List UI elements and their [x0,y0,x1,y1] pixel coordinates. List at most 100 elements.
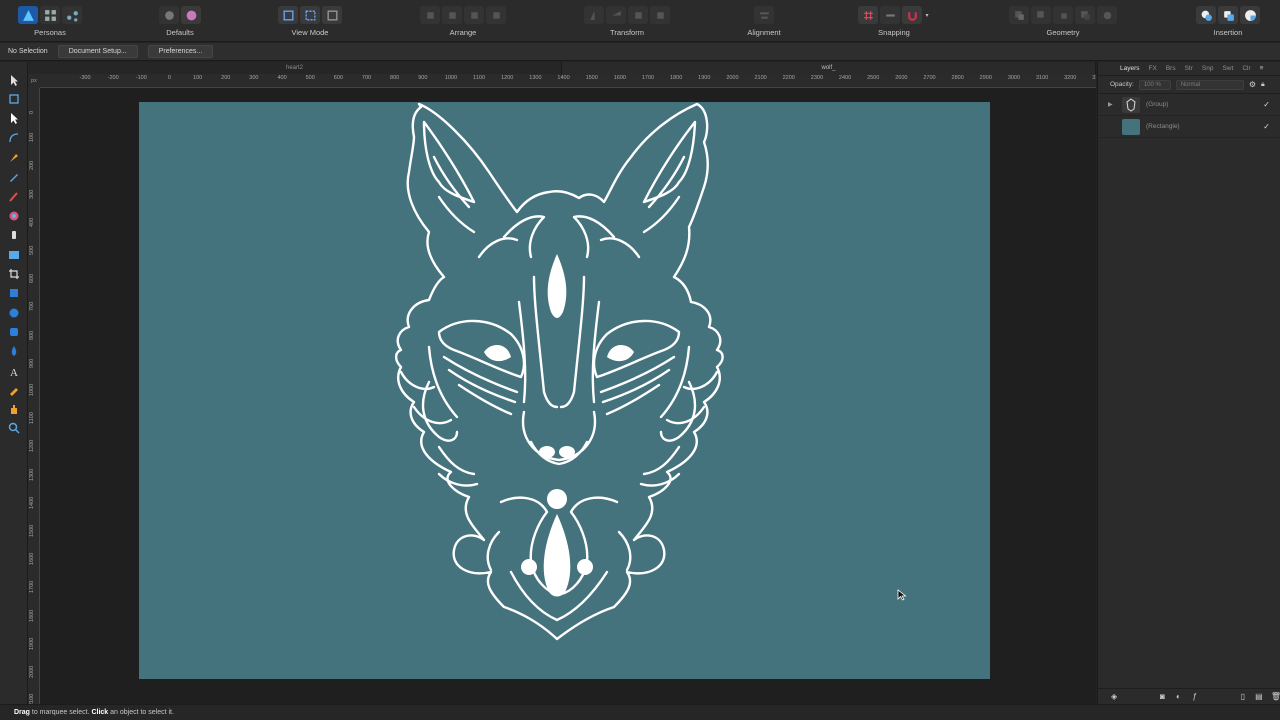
ruler-label: 2000 [726,75,739,81]
visibility-checkbox-group[interactable]: ✓ [1263,100,1270,109]
view-mode-normal-icon[interactable] [278,6,298,24]
ruler-label: 100 [29,133,35,143]
ruler-label: 1200 [29,440,35,453]
rectangle-thumbnail [1122,118,1140,135]
geometry-intersect-icon[interactable] [1053,6,1073,24]
move-to-front-icon[interactable] [486,6,506,24]
tab-layers[interactable]: Layers [1120,65,1140,72]
move-to-back-icon[interactable] [420,6,440,24]
tools-panel: A [0,62,28,704]
mask-icon[interactable]: ◙ [1158,692,1166,702]
ruler-label: 200 [29,161,35,171]
node-tool-icon[interactable] [6,110,21,125]
tab-brushes[interactable]: Brs [1166,65,1176,72]
adjustment-icon[interactable]: ◐ [1174,692,1182,702]
arrange-label: Arrange [449,28,477,37]
snapping-grid-icon[interactable] [858,6,878,24]
ruler-label: 700 [361,75,372,81]
ruler-label: 300 [29,189,35,199]
vector-brush-icon[interactable] [6,189,21,204]
transparency-tool-icon[interactable] [6,227,21,242]
tab-fx[interactable]: FX [1149,65,1157,72]
horizontal-ruler[interactable]: -300 -200 -100 0 100 200 300 400 500 600 700 800 900… [40,74,1096,88]
tab-heart2[interactable]: heart2 [28,62,562,74]
pixel-persona-icon[interactable] [40,6,60,24]
zoom-tool-icon[interactable] [6,420,21,435]
panel-menu-icon[interactable]: ≡ [1260,65,1264,72]
tab-color[interactable]: Clr [1242,65,1250,72]
place-image-icon[interactable] [6,247,21,262]
snapping-magnet-icon[interactable] [902,6,922,24]
vertical-ruler[interactable]: 0 100 200 300 400 500 600 700 800 900 1000 1100 1200… [28,88,40,704]
add-pixel-layer-icon[interactable]: ▯ [1239,692,1247,702]
geometry-divide-icon[interactable] [1097,6,1117,24]
ruler-label: 800 [29,330,35,340]
designer-persona-icon[interactable] [18,6,38,24]
ruler-label: 700 [29,302,35,312]
revert-defaults-icon[interactable] [181,6,201,24]
panel-tabs: Layers FX Brs Str Snp Swt Clr ≡ [1098,62,1280,76]
add-layer-icon[interactable]: ▤ [1255,692,1263,702]
opacity-label: Opacity: [1110,81,1134,88]
ruler-unit[interactable]: px [28,74,40,88]
view-mode-outline-icon[interactable] [300,6,320,24]
move-tool-icon[interactable] [6,72,21,87]
insert-behind-icon[interactable] [1196,6,1216,24]
flip-vertical-icon[interactable] [606,6,626,24]
layers-stack-icon[interactable]: ◈ [1110,692,1118,702]
synchronise-defaults-icon[interactable] [159,6,179,24]
defaults-group: Defaults [150,5,210,37]
rounded-rect-tool-icon[interactable] [6,324,21,339]
visibility-checkbox-rectangle[interactable]: ✓ [1263,122,1270,131]
flip-horizontal-icon[interactable] [584,6,604,24]
color-picker-icon[interactable] [6,382,21,397]
geometry-add-icon[interactable] [1009,6,1029,24]
opacity-field[interactable]: 100 % [1138,79,1171,90]
preferences-button[interactable]: Preferences... [147,45,214,58]
drop-tool-icon[interactable] [6,343,21,358]
wolf-artwork[interactable] [139,102,990,679]
pencil-tool-icon[interactable] [6,169,21,184]
rotate-left-icon[interactable] [628,6,648,24]
hand-tool-icon[interactable] [6,401,21,416]
ruler-label: 0 [167,75,171,81]
tab-wolf[interactable]: wolf_ [562,62,1096,74]
insert-inside-icon[interactable] [1240,6,1260,24]
move-back-one-icon[interactable] [442,6,462,24]
canvas-area[interactable] [40,88,1096,704]
move-forward-one-icon[interactable] [464,6,484,24]
export-persona-icon[interactable] [62,6,82,24]
snapping-dropdown-chevron-icon[interactable]: ▾ [924,12,930,19]
document-setup-button[interactable]: Document Setup... [57,45,138,58]
text-tool-icon[interactable]: A [6,363,21,378]
layer-row-rectangle[interactable]: (Rectangle) ✓ [1098,116,1280,138]
snapping-options-icon[interactable] [880,6,900,24]
gear-icon[interactable]: ⚙ [1249,80,1256,89]
corner-tool-icon[interactable] [6,130,21,145]
lock-icon[interactable]: 🔒︎ [1261,81,1265,89]
insert-top-icon[interactable] [1218,6,1238,24]
fill-tool-icon[interactable] [6,208,21,223]
artboard-tool-icon[interactable] [6,91,21,106]
tab-stroke[interactable]: Str [1185,65,1193,72]
view-mode-pixel-icon[interactable] [322,6,342,24]
alignment-icon[interactable] [754,6,774,24]
rectangle-tool-icon[interactable] [6,285,21,300]
pen-tool-icon[interactable] [6,150,21,165]
ellipse-tool-icon[interactable] [6,305,21,320]
tab-snapshots[interactable]: Snp [1202,65,1214,72]
ruler-label: 400 [277,75,287,81]
ruler-label: 1800 [29,609,35,622]
expand-arrow-icon[interactable]: ▶ [1108,101,1116,108]
layer-row-group[interactable]: ▶ (Group) ✓ [1098,94,1280,116]
geometry-xor-icon[interactable] [1075,6,1095,24]
rotate-right-icon[interactable] [650,6,670,24]
artboard-rectangle[interactable] [139,102,990,679]
crop-tool-icon[interactable] [6,266,21,281]
blend-mode-select[interactable]: Normal [1175,79,1244,90]
tab-swatches[interactable]: Swt [1222,65,1233,72]
fx-icon[interactable]: ƒ [1190,692,1198,702]
trash-icon[interactable]: 🗑︎ [1271,692,1280,702]
ruler-label: 2100 [754,75,767,81]
geometry-subtract-icon[interactable] [1031,6,1051,24]
